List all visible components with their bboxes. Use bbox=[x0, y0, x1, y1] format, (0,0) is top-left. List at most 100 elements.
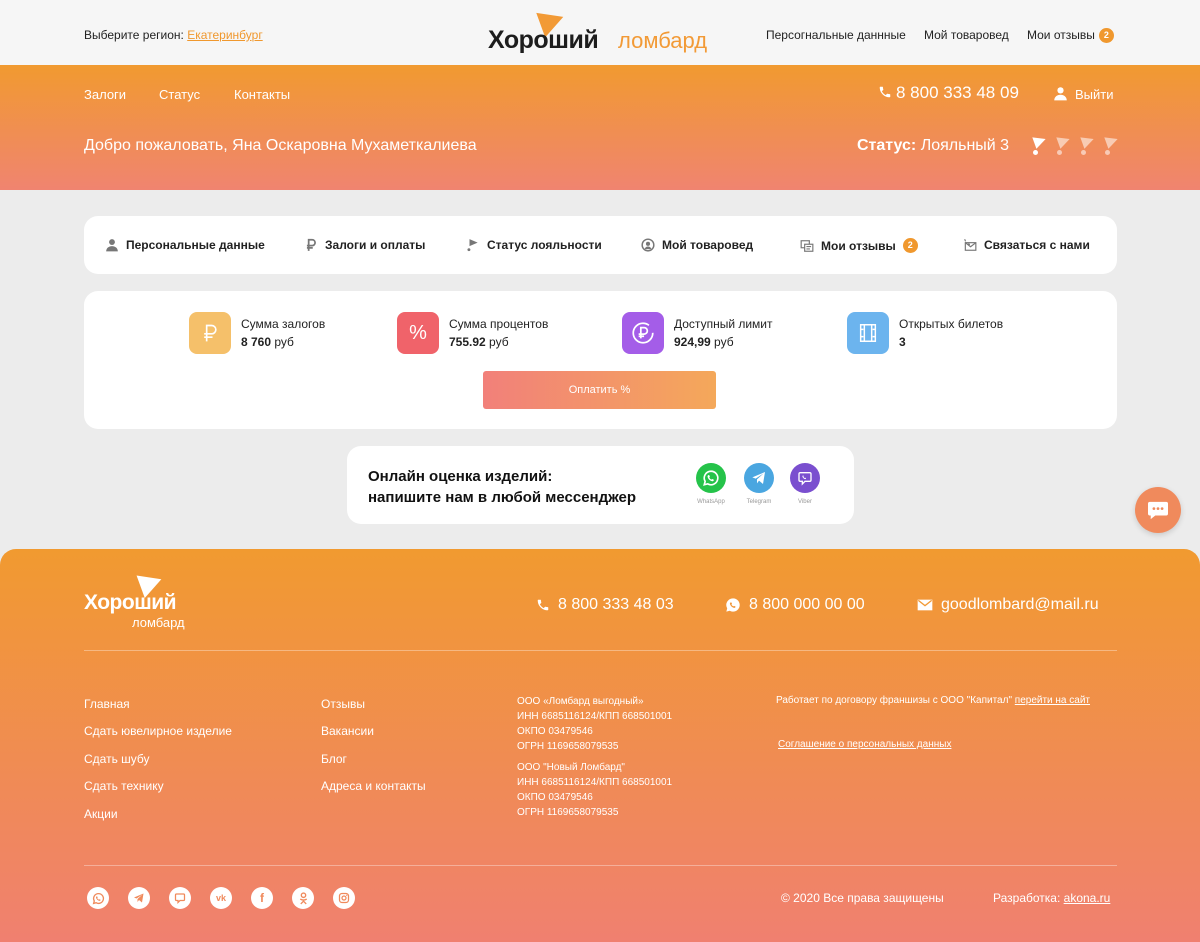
messenger-whatsapp[interactable]: WhatsApp bbox=[696, 463, 726, 505]
stat-amount: 3 bbox=[899, 335, 906, 349]
top-nav-personal[interactable]: Персогнальные даннные bbox=[766, 28, 906, 42]
developer-link[interactable]: akona.ru bbox=[1064, 891, 1111, 905]
footer-divider bbox=[84, 865, 1117, 866]
top-bar: Выберите регион: Екатеринбург Хороший ло… bbox=[0, 0, 1200, 65]
logo-word-secondary: ломбард bbox=[132, 615, 185, 630]
hero-nav-pledges[interactable]: Залоги bbox=[84, 87, 126, 102]
footer-link-reviews[interactable]: Отзывы bbox=[321, 697, 365, 711]
hero-nav-contacts[interactable]: Контакты bbox=[234, 87, 290, 102]
messenger-name: Telegram bbox=[746, 499, 772, 505]
legal-entity-1: ООО «Ломбард выгодный» ИНН 6685116124/КП… bbox=[517, 694, 672, 754]
footer-link-blog[interactable]: Блог bbox=[321, 752, 347, 766]
account-header: Залоги Статус Контакты 8 800 333 48 09 В… bbox=[0, 65, 1200, 190]
footer-email[interactable]: goodlombard@mail.ru bbox=[917, 596, 1099, 614]
status-value: Лояльный 3 bbox=[920, 137, 1010, 154]
stat-label: Сумма процентов bbox=[449, 317, 549, 331]
logout-button[interactable]: Выйти bbox=[1053, 86, 1114, 102]
legal-line: ОКПО 03479546 bbox=[517, 726, 593, 737]
tab-personal-data[interactable]: Персональные данные bbox=[105, 238, 265, 252]
footer-phone[interactable]: 8 800 333 48 03 bbox=[536, 596, 674, 614]
social-facebook[interactable]: f bbox=[251, 887, 273, 909]
user-icon bbox=[106, 239, 118, 252]
region-label: Выберите регион: bbox=[84, 28, 184, 42]
stat-open-tickets: Открытых билетов 3 bbox=[847, 312, 1003, 354]
chat-button[interactable] bbox=[1135, 487, 1181, 533]
social-odnoklassniki[interactable] bbox=[292, 887, 314, 909]
flag-icon bbox=[467, 239, 478, 252]
footer-whatsapp-number: 8 800 000 00 00 bbox=[749, 596, 865, 613]
footer-link-fur[interactable]: Сдать шубу bbox=[84, 752, 150, 766]
pay-interest-button[interactable]: Оплатить % bbox=[483, 371, 716, 409]
tab-my-manager[interactable]: Мой товаровед bbox=[641, 238, 753, 252]
site-logo[interactable]: Хороший ломбард bbox=[488, 4, 718, 58]
phone-icon bbox=[879, 86, 891, 98]
tab-my-reviews[interactable]: Мои отзывы 2 bbox=[800, 238, 918, 253]
social-whatsapp[interactable] bbox=[87, 887, 109, 909]
logo-word-secondary: ломбард bbox=[618, 28, 708, 53]
messenger-title: Онлайн оценка изделий: напишите нам в лю… bbox=[368, 466, 636, 508]
loyalty-flag-icon bbox=[1030, 135, 1048, 157]
stat-available-limit: Доступный лимит 924,99 руб bbox=[622, 312, 773, 354]
top-nav-reviews-label: Мои отзывы bbox=[1027, 28, 1095, 42]
footer-link-vacancies[interactable]: Вакансии bbox=[321, 724, 374, 738]
odnoklassniki-icon bbox=[299, 891, 307, 904]
footer-link-tech[interactable]: Сдать технику bbox=[84, 779, 164, 793]
franchise-text: Работает по договору франшизы с ООО "Кап… bbox=[776, 695, 1012, 706]
tab-label: Персональные данные bbox=[126, 238, 265, 252]
hero-nav-status[interactable]: Статус bbox=[159, 87, 200, 102]
footer-link-jewelry[interactable]: Сдать ювелирное изделие bbox=[84, 724, 232, 738]
tab-label: Мой товаровед bbox=[662, 238, 754, 252]
logo-word-main: Хороший bbox=[84, 591, 177, 614]
tab-label: Связаться с нами bbox=[984, 238, 1090, 252]
franchise-link[interactable]: перейти на сайт bbox=[1015, 695, 1090, 706]
whatsapp-icon bbox=[696, 463, 726, 493]
footer-link-addresses[interactable]: Адреса и контакты bbox=[321, 779, 426, 793]
social-vk[interactable]: vk bbox=[210, 887, 232, 909]
footer-whatsapp[interactable]: 8 800 000 00 00 bbox=[725, 596, 865, 614]
messenger-card: Онлайн оценка изделий: напишите нам в лю… bbox=[347, 446, 854, 524]
messenger-viber[interactable]: Viber bbox=[790, 463, 820, 505]
footer-logo[interactable]: Хороший ломбард bbox=[84, 567, 204, 631]
telegram-icon bbox=[744, 463, 774, 493]
top-nav-reviews[interactable]: Мои отзывы 2 bbox=[1027, 28, 1114, 43]
manager-icon bbox=[641, 238, 655, 252]
franchise-note: Работает по договору франшизы с ООО "Кап… bbox=[776, 695, 1090, 706]
viber-icon bbox=[174, 893, 186, 904]
footer-email-address: goodlombard@mail.ru bbox=[941, 596, 1099, 613]
percent-icon: % bbox=[397, 312, 439, 354]
chat-icon bbox=[1148, 501, 1168, 520]
personal-data-agreement-link[interactable]: Соглашение о персональных данных bbox=[778, 739, 951, 750]
top-nav-manager[interactable]: Мой товаровед bbox=[924, 28, 1009, 42]
legal-line: ОГРН 1169658079535 bbox=[517, 807, 619, 818]
header-phone[interactable]: 8 800 333 48 09 bbox=[878, 83, 1019, 103]
social-instagram[interactable] bbox=[333, 887, 355, 909]
tab-pledges-payments[interactable]: Залоги и оплаты bbox=[304, 238, 425, 252]
stat-unit: руб bbox=[714, 335, 734, 349]
vk-icon: vk bbox=[215, 893, 226, 903]
tab-label: Мои отзывы bbox=[821, 238, 896, 253]
status-label: Статус: bbox=[857, 137, 917, 154]
social-viber[interactable] bbox=[169, 887, 191, 909]
social-telegram[interactable] bbox=[128, 887, 150, 909]
copyright: © 2020 Все права защищены bbox=[781, 891, 944, 905]
region-link[interactable]: Екатеринбург bbox=[187, 28, 263, 42]
telegram-icon bbox=[134, 893, 144, 903]
tab-loyalty-status[interactable]: Статус лояльности bbox=[466, 238, 602, 252]
ruble-icon bbox=[189, 312, 231, 354]
reviews-count-badge: 2 bbox=[902, 238, 918, 253]
reviews-count-badge: 2 bbox=[1098, 28, 1114, 43]
tab-contact-us[interactable]: Связаться с нами bbox=[963, 238, 1090, 252]
footer-link-promo[interactable]: Акции bbox=[84, 807, 118, 821]
stat-amount: 8 760 bbox=[241, 335, 272, 349]
messenger-name: WhatsApp bbox=[697, 499, 725, 505]
facebook-icon: f bbox=[260, 891, 264, 905]
footer-link-home[interactable]: Главная bbox=[84, 697, 130, 711]
stat-label: Открытых билетов bbox=[899, 317, 1004, 331]
legal-line: ИНН 6685116124/КПП 668501001 bbox=[517, 777, 673, 788]
agreement-row: Соглашение о персональных данных bbox=[778, 739, 951, 750]
stat-interest-sum: % Сумма процентов 755.92 руб bbox=[397, 312, 548, 354]
messenger-telegram[interactable]: Telegram bbox=[744, 463, 774, 505]
mail-phone-icon bbox=[964, 239, 977, 251]
stat-value: 8 760 руб bbox=[241, 335, 325, 349]
region-selector: Выберите регион: Екатеринбург bbox=[84, 28, 263, 42]
